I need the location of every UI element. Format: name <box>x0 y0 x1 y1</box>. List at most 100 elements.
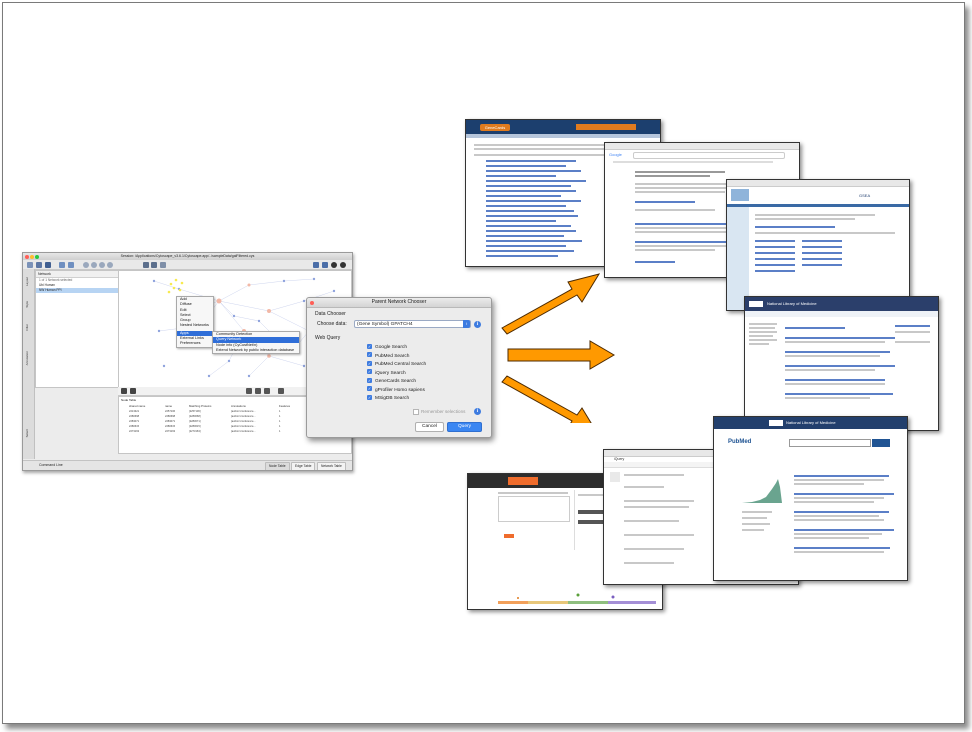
pmc-searchbar <box>745 311 938 317</box>
iquery-thumbnail <box>610 472 620 482</box>
window-title: Session: /Applications/Cytoscape_v3.6.1/… <box>120 254 255 258</box>
google-search-box[interactable] <box>633 152 785 159</box>
checkbox-gprofiler[interactable]: ✓ gProfiler Homo sapiens <box>367 386 425 394</box>
gprofiler-run-button[interactable] <box>504 534 514 538</box>
select-arrow-icon: ↕ <box>463 320 470 328</box>
msigdb-screenshot: GSEA <box>726 179 910 311</box>
home-icon[interactable] <box>313 261 319 268</box>
choose-data-label: Choose data: <box>317 321 347 327</box>
close-icon[interactable] <box>25 254 29 259</box>
node-tool-icon[interactable] <box>246 388 252 394</box>
grid-icon[interactable] <box>121 388 127 394</box>
tab-network-table[interactable]: Network Table <box>317 462 346 470</box>
parent-network-chooser-dialog: Parent Network Chooser Data Chooser Choo… <box>306 297 492 438</box>
minimize-icon[interactable] <box>30 254 34 259</box>
tab-layout[interactable]: Layout <box>25 277 31 286</box>
main-toolbar <box>23 260 352 270</box>
checkbox-checked-icon: ✓ <box>367 369 372 375</box>
tab-edge-table[interactable]: Edge Table <box>291 462 316 470</box>
help-icon[interactable] <box>331 261 337 268</box>
export-icon[interactable] <box>68 261 74 268</box>
col-name[interactable]: name <box>165 404 172 408</box>
gprofiler-query-box[interactable] <box>498 496 570 522</box>
show-all-icon[interactable] <box>151 261 157 268</box>
cytoscape-window: Session: /Applications/Cytoscape_v3.6.1/… <box>22 252 353 471</box>
pubmed-search-button[interactable] <box>872 439 890 447</box>
remember-selections[interactable]: Remember selections <box>413 409 465 415</box>
search-icon[interactable] <box>340 261 346 268</box>
dialog-close-icon[interactable] <box>310 300 314 305</box>
annotation-tool-icon[interactable] <box>264 388 270 394</box>
pubmed-search-input[interactable] <box>789 439 871 447</box>
tab-annotation[interactable]: Annotation <box>25 351 31 365</box>
data-chooser-heading: Data Chooser <box>315 311 346 317</box>
info-icon[interactable]: i <box>474 320 481 328</box>
edge-tool-icon[interactable] <box>255 388 261 394</box>
arrows-group <box>501 273 615 423</box>
control-panel-tabs: Layout Style Filter Annotation Select <box>23 269 35 459</box>
msigdb-browser-bar <box>727 180 909 187</box>
checkbox-google[interactable]: ✓ Google Search <box>367 343 407 351</box>
dialog-title-bar: Parent Network Chooser <box>307 298 491 308</box>
checkbox-iquery[interactable]: ✓ iQuery Search <box>367 369 406 377</box>
col-shared-name[interactable]: shared name <box>129 404 145 408</box>
menu-preferences[interactable]: Preferences <box>177 341 213 346</box>
image-icon[interactable] <box>130 388 136 394</box>
checkbox-checked-icon: ✓ <box>367 352 372 358</box>
context-menu: Add Diffuse Edit Select Group Nested Net… <box>176 296 214 348</box>
nih-logo-icon <box>769 420 783 426</box>
cancel-button[interactable]: Cancel <box>415 422 444 432</box>
network-row-selected[interactable]: NW Human PPI <box>36 288 118 293</box>
tab-style[interactable]: Style <box>25 301 31 308</box>
gsea-logo-icon <box>731 189 749 201</box>
checkbox-genecards[interactable]: ✓ GeneCards Search <box>367 377 416 385</box>
web-query-heading: Web Query <box>315 335 341 341</box>
tab-filter[interactable]: Filter <box>25 324 31 331</box>
google-logo: Google <box>609 152 622 157</box>
pubmed-logo: PubMed <box>728 439 752 445</box>
msigdb-nav <box>727 204 909 207</box>
hide-icon[interactable] <box>160 261 166 268</box>
pubmed-screenshot: National Library of Medicine PubMed <box>713 416 908 581</box>
unchecked-box-icon <box>413 409 419 415</box>
layout-icon[interactable] <box>143 261 149 268</box>
menu-nested-networks[interactable]: Nested Networks <box>177 323 213 328</box>
import-table-icon[interactable] <box>59 261 65 268</box>
open-session-icon[interactable] <box>36 261 42 268</box>
zoom-selected-icon[interactable] <box>107 261 113 268</box>
select-tool-icon[interactable] <box>278 388 284 394</box>
checkbox-checked-icon: ✓ <box>367 377 372 383</box>
apps-submenu: Community Detection Query Network Node i… <box>212 331 300 355</box>
arrow-right <box>507 340 615 370</box>
maximize-icon[interactable] <box>35 254 39 259</box>
submenu-extend-network[interactable]: Extend Network by public interaction dat… <box>213 348 299 353</box>
table-title: Node Table <box>121 398 137 402</box>
checkbox-pubmed-central[interactable]: ✓ PubMed Central Search <box>367 360 426 368</box>
iquery-brand: iQuery <box>614 457 625 461</box>
choose-data-value: (Gene Symbol) GPATCH4 <box>357 322 413 327</box>
checkbox-msigdb[interactable]: ✓ MSigDB Search <box>367 394 409 402</box>
command-line[interactable]: Command Line <box>39 461 63 470</box>
genecards-logo: GeneCards <box>480 124 510 131</box>
choose-data-select[interactable]: (Gene Symbol) GPATCH4 ↕ <box>354 320 471 328</box>
tab-node-table[interactable]: Node Table <box>265 462 290 470</box>
checkbox-checked-icon: ✓ <box>367 394 372 400</box>
tab-select[interactable]: Select <box>25 429 31 437</box>
nih-logo-icon <box>749 301 763 307</box>
query-button[interactable]: Query <box>447 422 482 432</box>
import-network-icon[interactable] <box>27 261 33 268</box>
zoom-in-icon[interactable] <box>83 261 89 268</box>
checkbox-checked-icon: ✓ <box>367 386 372 392</box>
checkbox-checked-icon: ✓ <box>367 343 372 349</box>
col-features[interactable]: Features <box>279 404 290 408</box>
col-matching-proteins[interactable]: Matching Proteins <box>189 404 211 408</box>
apps-icon[interactable] <box>322 261 328 268</box>
zoom-fit-icon[interactable] <box>99 261 105 268</box>
checkbox-pubmed[interactable]: ✓ PubMed Search <box>367 352 409 360</box>
remember-info-icon[interactable]: i <box>474 408 481 415</box>
save-session-icon[interactable] <box>45 261 51 268</box>
col-annotations[interactable]: Annotations <box>231 404 246 408</box>
zoom-out-icon[interactable] <box>91 261 97 268</box>
genecards-banner <box>576 124 636 130</box>
pubmed-timeline-chart <box>742 479 782 503</box>
